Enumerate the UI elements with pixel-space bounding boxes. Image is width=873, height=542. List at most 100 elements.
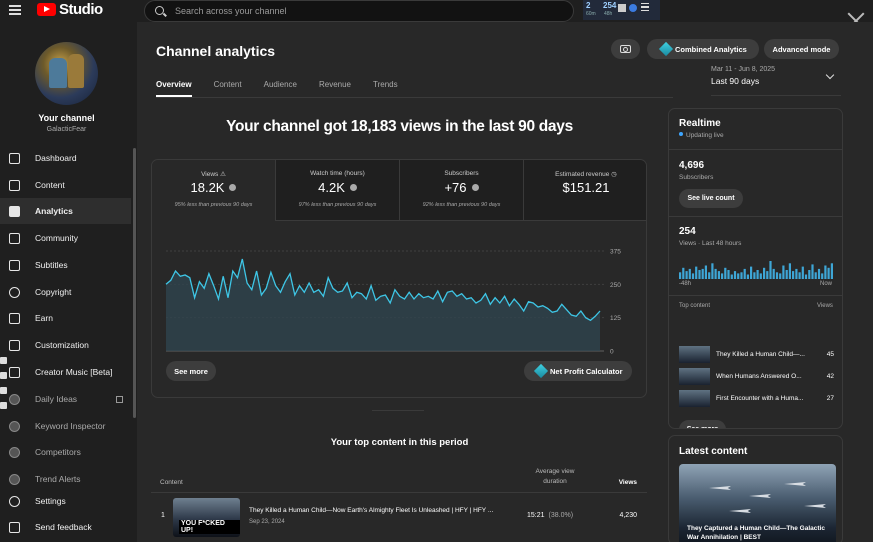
earn-icon (9, 312, 20, 324)
video-tool-icon[interactable] (0, 372, 7, 379)
metric-watch-time[interactable]: Watch time (hours) 4.2K 97% less than pr… (276, 160, 400, 221)
studio-logo[interactable]: Studio (37, 1, 103, 18)
realtime-bar (827, 267, 830, 279)
analytics-icon (9, 205, 20, 217)
metric-value: 18.2K (152, 180, 275, 195)
column-avg-duration: Average view duration (535, 468, 575, 485)
warning-icon: ⚠ (220, 171, 226, 178)
realtime-axis-left: -48h (679, 281, 692, 287)
sidebar-scrollbar[interactable] (133, 148, 136, 418)
realtime-bar (769, 261, 772, 279)
see-more-button[interactable]: See more (166, 361, 216, 381)
net-profit-calculator-button[interactable]: Net Profit Calculator (524, 361, 632, 381)
sidebar-item-analytics[interactable]: Analytics (0, 198, 131, 224)
sidebar-item-dashboard[interactable]: Dashboard (0, 145, 131, 171)
date-range-underline (711, 95, 841, 96)
combined-analytics-button[interactable]: Combined Analytics (647, 39, 759, 59)
screenshot-button[interactable] (611, 39, 640, 59)
channel-handle: GalacticFear (46, 126, 87, 133)
realtime-bar-chart[interactable] (679, 259, 834, 279)
realtime-see-more-button[interactable]: See more (679, 420, 726, 428)
extension-widget[interactable]: 2 60m 254 48h (583, 0, 660, 20)
y-tick-label: 0 (610, 349, 614, 356)
channel-avatar[interactable] (35, 42, 98, 105)
copyright-icon (9, 286, 20, 298)
ship-shape (749, 494, 771, 498)
extension-badge-icon[interactable] (629, 4, 637, 12)
realtime-bar (756, 270, 759, 279)
realtime-bar (788, 263, 791, 279)
extension-count-2: 254 (603, 1, 617, 10)
sidebar-item-earn[interactable]: Earn (0, 305, 131, 331)
tab-audience[interactable]: Audience (264, 75, 297, 97)
metric-tabs: Views ⚠ 18.2K 95% less than previous 90 … (152, 160, 646, 221)
latest-content-card: Latest content They Captured a Human Chi… (668, 435, 843, 542)
advanced-mode-button[interactable]: Advanced mode (764, 39, 839, 59)
youtube-play-icon (37, 3, 56, 16)
date-range-text: Mar 11 - Jun 8, 2025 (711, 66, 776, 73)
camera-tool-icon[interactable] (0, 357, 7, 364)
metric-views[interactable]: Views ⚠ 18.2K 95% less than previous 90 … (152, 160, 276, 221)
ship-shape (709, 486, 731, 490)
sidebar-item-community[interactable]: Community (0, 225, 131, 251)
video-title[interactable]: They Killed a Human Child—Now Earth's Al… (249, 507, 519, 514)
views-chart[interactable]: 3752501250Mar 11, 2...Mar 26, 2025Apr 10… (152, 221, 647, 356)
realtime-bar (679, 272, 682, 279)
sidebar-item-daily-ideas[interactable]: Daily Ideas (0, 386, 131, 412)
sidebar-item-creator-music[interactable]: Creator Music [Beta] (0, 359, 131, 385)
column-views[interactable]: Views (604, 479, 637, 486)
list-item[interactable]: They Killed a Human Child—... 45 (679, 346, 834, 364)
sidebar-item-keyword-inspector[interactable]: Keyword Inspector (0, 413, 131, 439)
extension-menu-icon[interactable] (641, 3, 649, 11)
sidebar-item-customization[interactable]: Customization (0, 332, 131, 358)
see-live-count-button[interactable]: See live count (679, 189, 743, 208)
date-range-selector[interactable]: Mar 11 - Jun 8, 2025 Last 90 days (711, 66, 841, 86)
realtime-bar (724, 267, 727, 279)
sidebar-item-copyright[interactable]: Copyright (0, 279, 131, 305)
list-item[interactable]: When Humans Answered O... 42 (679, 368, 834, 386)
metric-subscribers[interactable]: Subscribers +76 92% less than previous 9… (400, 160, 524, 221)
sidebar-item-label: Customization (35, 340, 89, 350)
sidebar-item-subtitles[interactable]: Subtitles (0, 252, 131, 278)
analytics-tabs: Overview Content Audience Revenue Trends (156, 75, 420, 97)
video-thumbnail[interactable]: YOU F*CKED UP! (173, 498, 240, 537)
realtime-bar (708, 272, 711, 279)
latest-content-title: Latest content (679, 446, 748, 457)
video-thumbnail (679, 390, 710, 407)
realtime-bar (711, 263, 714, 279)
realtime-bar (733, 271, 737, 279)
extension-count-1: 2 (586, 1, 591, 10)
video-thumbnail (679, 346, 710, 363)
realtime-bar (685, 271, 688, 279)
lock-tool-icon[interactable] (0, 387, 7, 394)
floating-tool-icons (0, 357, 8, 417)
list-item[interactable]: First Encounter with a Huma... 27 (679, 390, 834, 408)
hamburger-menu-icon[interactable] (9, 5, 21, 15)
tab-revenue[interactable]: Revenue (319, 75, 351, 97)
content-icon (9, 179, 20, 191)
tab-trends[interactable]: Trends (373, 75, 398, 97)
search-input[interactable] (175, 3, 555, 19)
sidebar-item-content[interactable]: Content (0, 172, 131, 198)
sidebar-item-label: Creator Music [Beta] (35, 367, 113, 377)
realtime-bar (688, 268, 691, 279)
search-icon[interactable] (155, 6, 164, 15)
extension-square-icon[interactable] (618, 4, 626, 12)
realtime-views-label: Views · Last 48 hours (679, 240, 742, 247)
date-preset-text: Last 90 days (711, 76, 760, 86)
search-bar[interactable] (144, 0, 574, 22)
sidebar-item-label: Earn (35, 313, 53, 323)
tab-overview[interactable]: Overview (156, 75, 192, 97)
realtime-bar (730, 274, 733, 279)
top-content-title: Your top content in this period (330, 437, 469, 448)
sidebar-item-settings[interactable]: Settings (0, 488, 131, 514)
table-row[interactable]: 1 YOU F*CKED UP! They Killed a Human Chi… (151, 496, 647, 538)
sidebar-item-competitors[interactable]: Competitors (0, 439, 131, 465)
tab-content[interactable]: Content (214, 75, 242, 97)
latest-video-thumbnail[interactable]: They Captured a Human Child—The Galactic… (679, 464, 836, 542)
overview-card: Views ⚠ 18.2K 95% less than previous 90 … (151, 159, 647, 398)
gear-tool-icon[interactable] (0, 402, 7, 409)
realtime-bar (782, 265, 785, 279)
sidebar-item-send-feedback[interactable]: Send feedback (0, 514, 131, 540)
metric-revenue[interactable]: Estimated revenue ◷ $151.21 (524, 160, 646, 221)
